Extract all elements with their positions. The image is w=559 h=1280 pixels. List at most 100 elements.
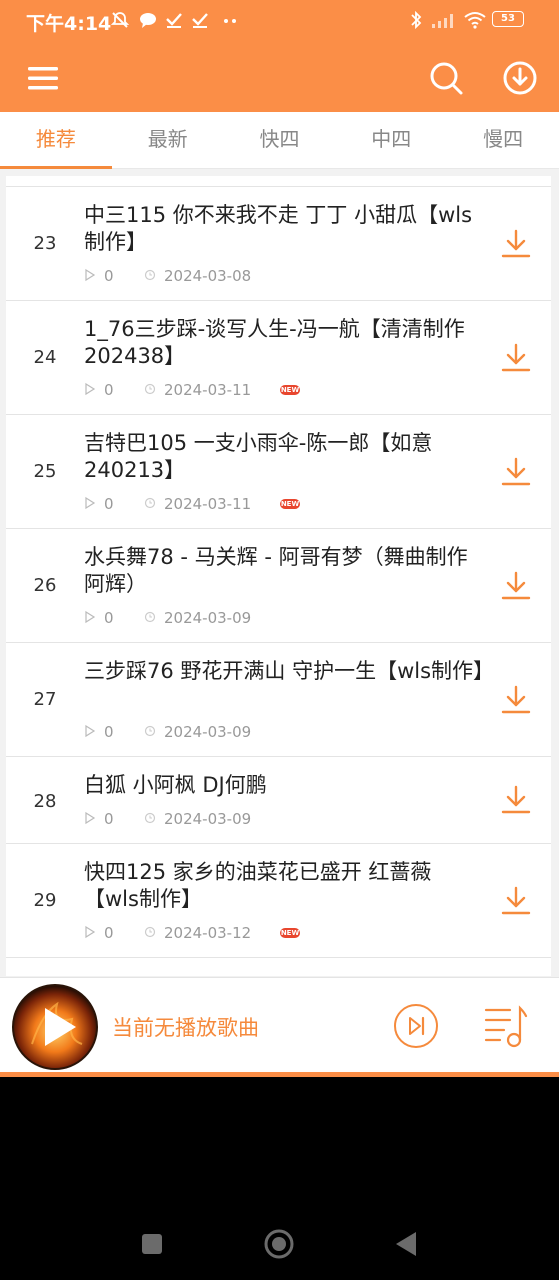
download-button[interactable] (499, 227, 533, 261)
battery-icon: 53 (492, 11, 524, 27)
downloads-button[interactable] (498, 56, 542, 100)
play-count: 0 (104, 381, 114, 399)
download-icon (501, 229, 531, 258)
play-count-icon (85, 610, 96, 624)
download-button[interactable] (499, 341, 533, 375)
play-count: 0 (104, 810, 114, 828)
song-title: 水兵舞78 - 马关辉 - 阿哥有梦（舞曲制作阿辉） (84, 545, 468, 596)
play-count-icon (85, 811, 96, 825)
menu-button[interactable] (21, 56, 65, 100)
clock-icon (144, 725, 156, 737)
song-index: 29 (33, 890, 57, 911)
app-header: 下午4:14 53 (0, 0, 559, 112)
song-meta: 0 2024-03-09 (84, 609, 314, 629)
song-title: 快四125 家乡的油菜花已盛开 红蔷薇【wls制作】 (84, 860, 432, 911)
mute-bell-icon (110, 12, 130, 28)
song-title: 中三115 你不来我不走 丁丁 小甜瓜【wls制作】 (84, 203, 473, 254)
mini-player[interactable]: 当前无播放歌曲 (0, 977, 559, 1073)
home-icon[interactable] (263, 1228, 295, 1260)
song-meta: 0 2024-03-09 (84, 810, 314, 830)
album-art-play-icon[interactable] (12, 984, 98, 1070)
song-meta: 0 2024-03-08 (84, 267, 314, 287)
play-count-icon (85, 382, 96, 396)
download-icon (501, 886, 531, 915)
song-index: 26 (33, 575, 57, 596)
list-top-divider (6, 176, 551, 187)
song-index: 25 (33, 461, 57, 482)
download-button[interactable] (499, 783, 533, 817)
play-count: 0 (104, 924, 114, 942)
download-icon (501, 685, 531, 714)
chat-bubble-icon (140, 13, 156, 28)
download-button[interactable] (499, 569, 533, 603)
clock-icon (144, 269, 156, 281)
category-tabs: 推荐 最新 快四 中四 慢四 (0, 112, 559, 169)
play-count-icon (85, 925, 96, 939)
song-title: 白狐 小阿枫 DJ何鹏 (84, 773, 267, 797)
song-meta: 0 2024-03-11 NEW (84, 495, 314, 515)
download-icon (501, 343, 531, 372)
song-row[interactable]: 29 快四125 家乡的油菜花已盛开 红蔷薇【wls制作】 0 2024-03-… (6, 844, 551, 958)
bluetooth-icon (411, 10, 422, 30)
clock-icon (144, 926, 156, 938)
tab-fast-four[interactable]: 快四 (224, 112, 336, 168)
play-count-icon (85, 268, 96, 282)
song-title: 三步踩76 野花开满山 守护一生【wls制作】 (84, 659, 495, 683)
more-dots-icon (224, 19, 236, 23)
song-index: 23 (33, 233, 57, 254)
back-icon[interactable] (394, 1230, 418, 1258)
song-index: 28 (33, 791, 57, 812)
download-button[interactable] (499, 884, 533, 918)
clock-icon (144, 611, 156, 623)
song-date: 2024-03-09 (164, 609, 252, 627)
song-row[interactable]: 23 中三115 你不来我不走 丁丁 小甜瓜【wls制作】 0 2024-03-… (6, 187, 551, 301)
song-row[interactable]: 28 白狐 小阿枫 DJ何鹏 0 2024-03-09 (6, 757, 551, 844)
song-date: 2024-03-08 (164, 267, 252, 285)
search-button[interactable] (424, 56, 468, 100)
song-title: 1_76三步踩-谈写人生-冯一航【清清制作202438】 (84, 317, 465, 368)
clock-icon (144, 812, 156, 824)
song-list: 23 中三115 你不来我不走 丁丁 小甜瓜【wls制作】 0 2024-03-… (6, 176, 551, 976)
check-icon-2 (192, 13, 208, 28)
song-index: 27 (33, 689, 57, 710)
download-button[interactable] (499, 455, 533, 489)
song-meta: 0 2024-03-11 NEW (84, 381, 314, 401)
song-meta: 0 2024-03-09 (84, 723, 314, 743)
song-row[interactable]: 26 水兵舞78 - 马关辉 - 阿哥有梦（舞曲制作阿辉） 0 2024-03-… (6, 529, 551, 643)
song-date: 2024-03-12 (164, 924, 252, 942)
tab-latest[interactable]: 最新 (112, 112, 224, 168)
play-count-icon (85, 724, 96, 738)
menu-icon (28, 67, 58, 90)
download-icon (501, 785, 531, 814)
status-bar: 下午4:14 53 (0, 0, 559, 42)
play-count: 0 (104, 495, 114, 513)
song-row[interactable]: 24 1_76三步踩-谈写人生-冯一航【清清制作202438】 0 2024-0… (6, 301, 551, 415)
new-badge: NEW (280, 499, 300, 509)
play-count: 0 (104, 267, 114, 285)
playlist-queue-icon[interactable] (484, 1002, 528, 1050)
download-circle-icon (503, 61, 537, 95)
song-index: 24 (33, 347, 57, 368)
recent-apps-icon[interactable] (140, 1232, 164, 1256)
song-date: 2024-03-09 (164, 723, 252, 741)
tab-mid-four[interactable]: 中四 (335, 112, 447, 168)
play-count: 0 (104, 723, 114, 741)
song-meta: 0 2024-03-12 NEW (84, 924, 314, 944)
system-nav-bar (0, 1210, 559, 1280)
song-date: 2024-03-11 (164, 381, 252, 399)
tab-recommended[interactable]: 推荐 (0, 112, 112, 169)
app-screen: 下午4:14 53 推荐 最新 快四 中四 慢四 23 中三115 你不来我不走… (0, 0, 559, 1077)
song-date: 2024-03-09 (164, 810, 252, 828)
song-date: 2024-03-11 (164, 495, 252, 513)
download-icon (501, 457, 531, 486)
wifi-icon (464, 12, 486, 29)
play-count-icon (85, 496, 96, 510)
new-badge: NEW (280, 928, 300, 938)
clock-icon (144, 497, 156, 509)
clock-icon (144, 383, 156, 395)
tab-slow-four[interactable]: 慢四 (447, 112, 559, 168)
song-row[interactable]: 25 吉特巴105 一支小雨伞-陈一郎【如意240213】 0 2024-03-… (6, 415, 551, 529)
skip-next-icon[interactable] (393, 1003, 439, 1049)
song-row[interactable]: 27 三步踩76 野花开满山 守护一生【wls制作】 0 2024-03-09 (6, 643, 551, 757)
download-button[interactable] (499, 683, 533, 717)
